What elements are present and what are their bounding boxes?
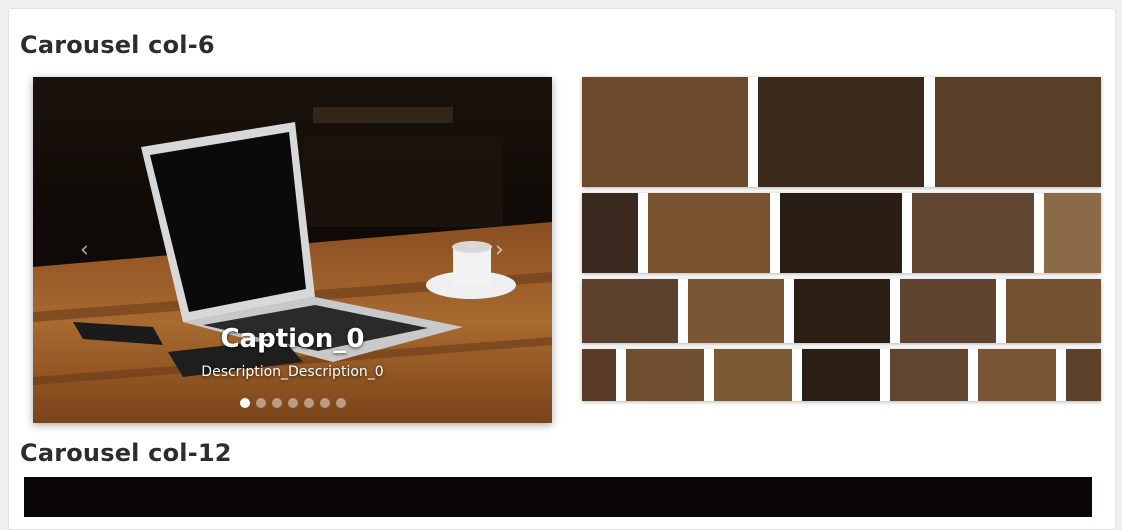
slide-indicator-6[interactable]	[319, 398, 330, 408]
chevron-left-icon[interactable]: ‹	[80, 238, 89, 263]
carousel-row-3[interactable]	[582, 279, 1101, 343]
thumb-5	[648, 193, 770, 273]
thumb-10	[688, 279, 784, 343]
slide-indicator-5[interactable]	[303, 398, 314, 408]
thumb-13	[1006, 279, 1101, 343]
thumb-4	[582, 193, 638, 273]
thumb-8	[1044, 193, 1101, 273]
full-width-carousel[interactable]	[24, 477, 1092, 517]
thumb-3	[935, 77, 1101, 187]
caption-title: Caption_0	[220, 324, 365, 354]
thumb-19	[978, 349, 1056, 401]
thumb-2	[758, 77, 924, 187]
carousel-row-1[interactable]	[582, 77, 1101, 187]
thumb-1	[582, 77, 748, 187]
slide-indicator-3[interactable]	[271, 398, 282, 408]
section-title-col6: Carousel col-6	[20, 31, 215, 59]
slide-indicator-4[interactable]	[287, 398, 298, 408]
thumb-18	[890, 349, 968, 401]
thumb-7	[912, 193, 1034, 273]
thumb-14	[582, 349, 616, 401]
slide-indicator-7[interactable]	[335, 398, 346, 408]
slide-indicator-1[interactable]	[239, 398, 250, 408]
thumb-12	[900, 279, 996, 343]
thumb-15	[626, 349, 704, 401]
main-carousel[interactable]: ‹ › Caption_0 Description_Description_0	[33, 77, 552, 423]
thumb-11	[794, 279, 890, 343]
thumb-20	[1066, 349, 1101, 401]
slide-caption: Caption_0 Description_Description_0	[33, 324, 552, 380]
thumb-17	[802, 349, 880, 401]
thumb-9	[582, 279, 678, 343]
caption-description: Description_Description_0	[201, 364, 384, 380]
slide-indicators	[239, 398, 346, 408]
thumb-16	[714, 349, 792, 401]
carousel-row-2[interactable]	[582, 193, 1101, 273]
chevron-right-icon[interactable]: ›	[495, 238, 504, 263]
section-title-col12: Carousel col-12	[20, 439, 232, 467]
carousel-row-4[interactable]	[582, 349, 1101, 401]
slide-indicator-2[interactable]	[255, 398, 266, 408]
thumb-6	[780, 193, 902, 273]
